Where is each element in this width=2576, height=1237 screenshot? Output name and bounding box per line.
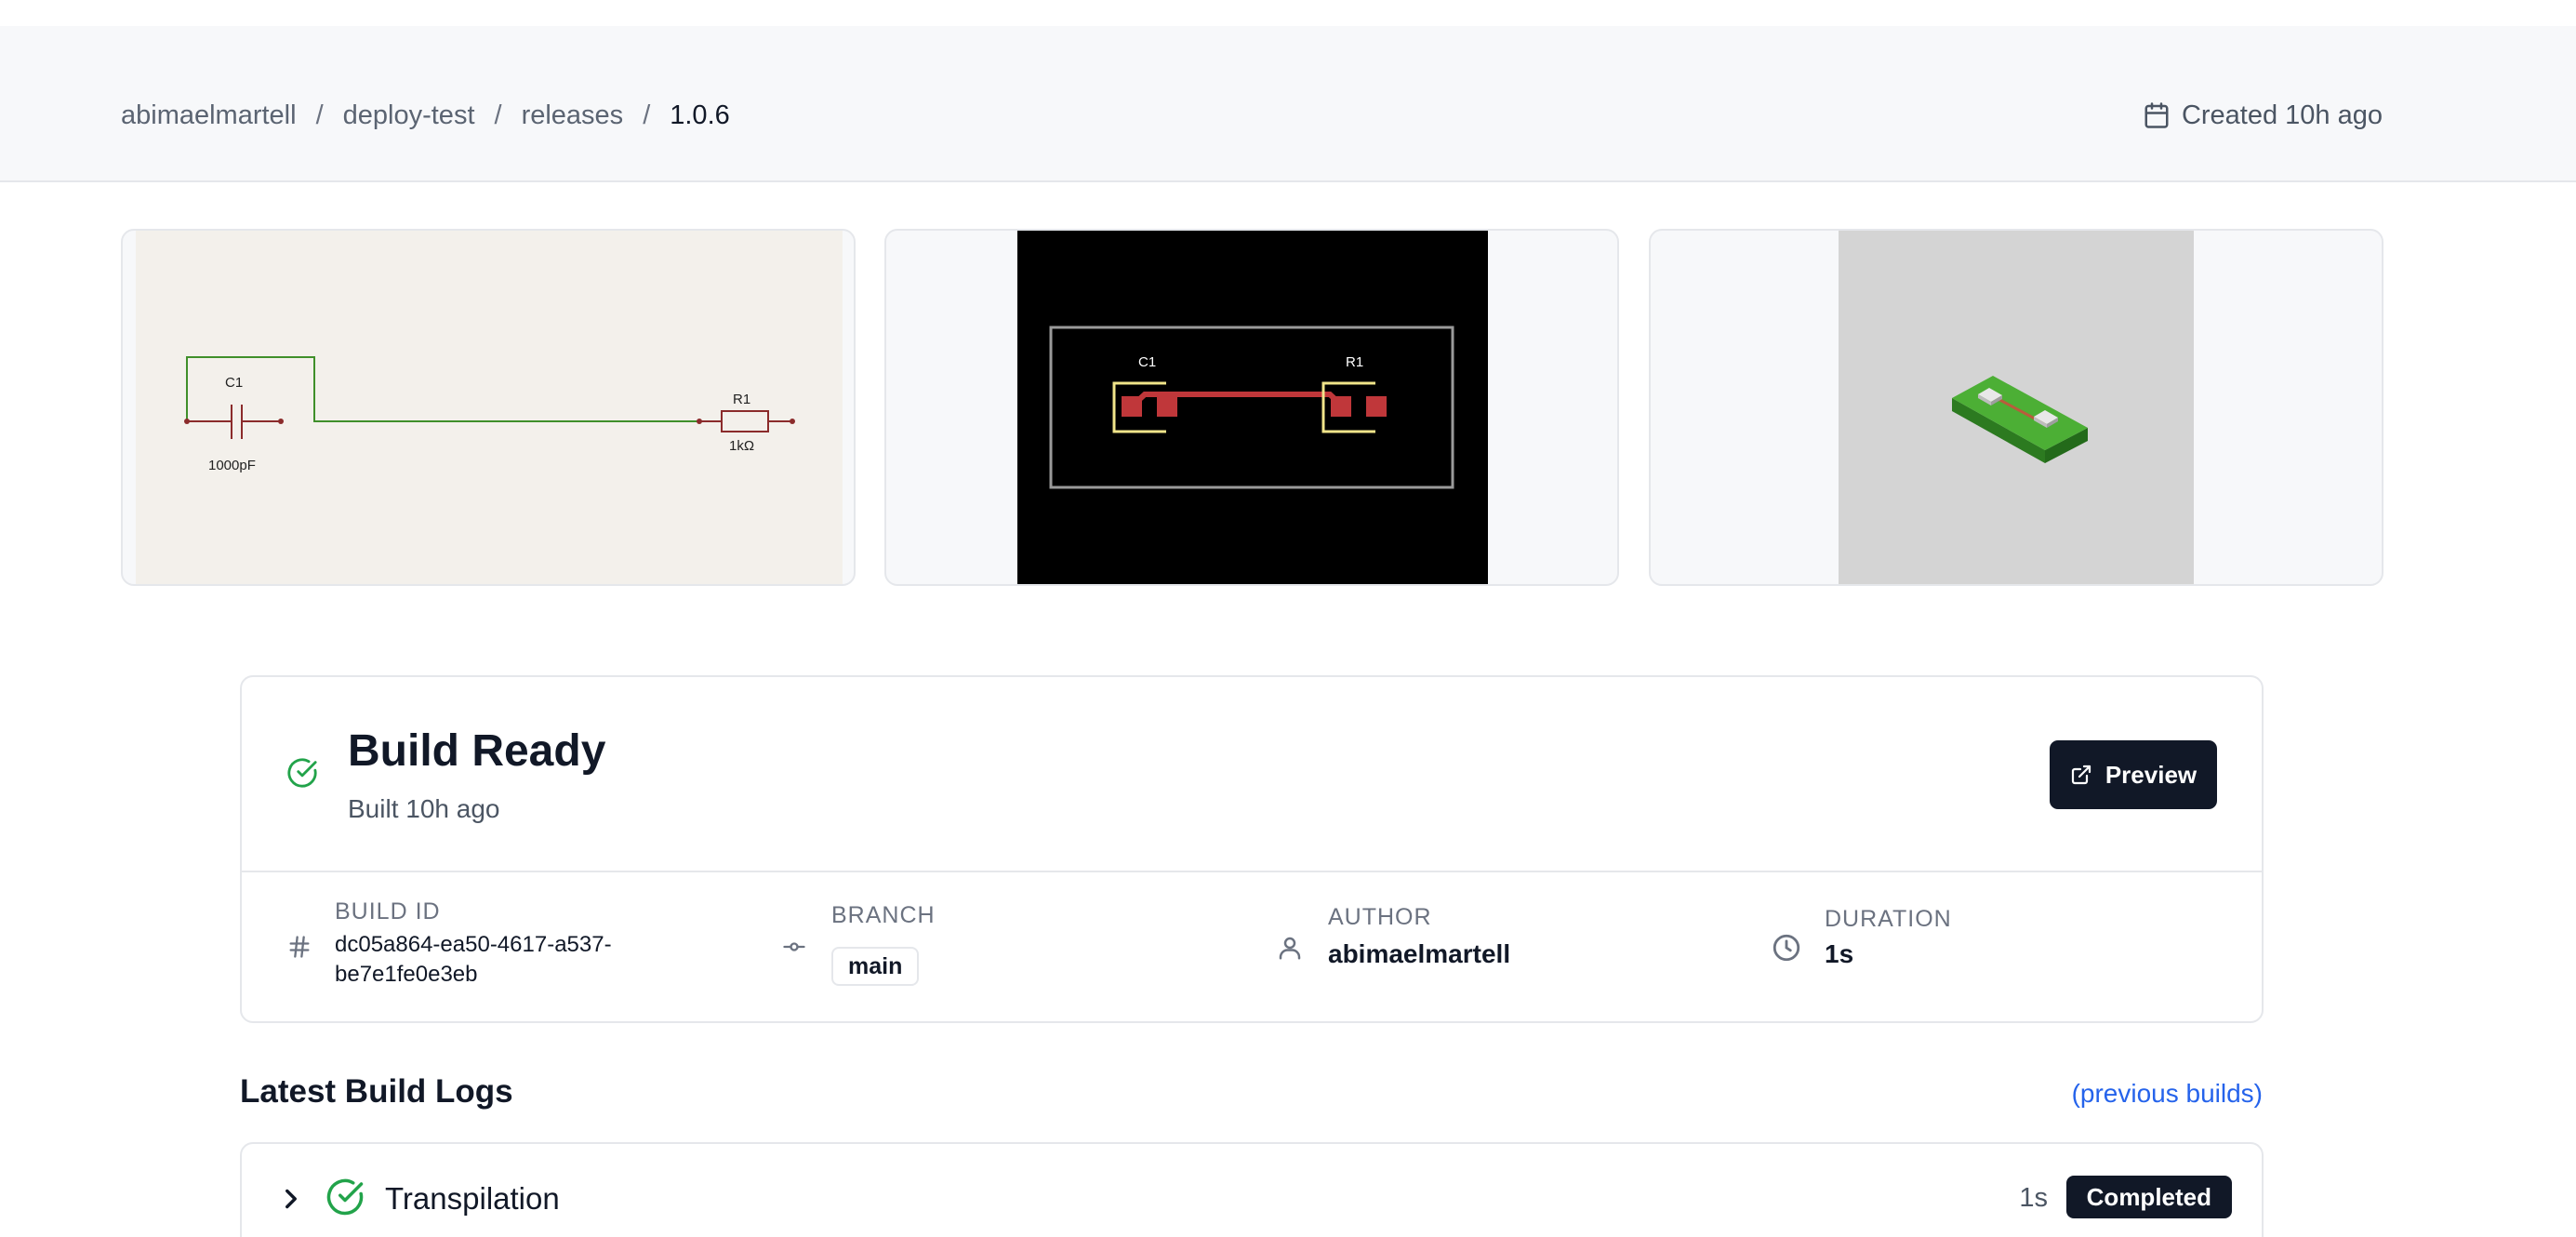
- pcb-preview[interactable]: C1 R1: [884, 229, 1619, 586]
- created-timestamp: Created 10h ago: [2143, 97, 2383, 134]
- log-step-duration: 1s: [2019, 1183, 2048, 1213]
- header-bar: abimaelmartell / deploy-test / releases …: [0, 26, 2576, 182]
- user-icon: [1279, 937, 1301, 960]
- external-link-icon: [2071, 765, 2091, 785]
- clock-icon: [1773, 934, 1800, 962]
- breadcrumb-separator: /: [315, 100, 324, 130]
- branch-label: BRANCH: [831, 902, 936, 928]
- duration-field: DURATION 1s: [1771, 872, 2217, 1023]
- pcb-canvas: C1 R1: [1017, 231, 1488, 584]
- build-id-value: dc05a864-ea50-4617-a537-be7e1fe0e3eb: [335, 932, 612, 987]
- build-id-label: BUILD ID: [335, 898, 441, 924]
- git-commit-icon: [783, 942, 805, 951]
- branch-badge[interactable]: main: [831, 947, 920, 986]
- schematic-r1-value: 1kΩ: [729, 438, 754, 454]
- build-header: Build Ready Built 10h ago Preview: [242, 677, 2262, 872]
- breadcrumb-version: 1.0.6: [670, 100, 730, 130]
- breadcrumb-separator: /: [494, 100, 502, 130]
- preview-button-label: Preview: [2105, 760, 2198, 789]
- build-summary-card: Build Ready Built 10h ago Preview BUILD …: [240, 675, 2264, 1023]
- pcb-c1-ref: C1: [1138, 354, 1156, 370]
- hash-icon: [289, 936, 310, 958]
- 3d-model-preview[interactable]: [1649, 229, 2383, 586]
- schematic-c1-value: 1000pF: [208, 458, 256, 473]
- author-value: abimaelmartell: [1328, 939, 1511, 968]
- duration-value: 1s: [1825, 939, 1854, 968]
- log-step-name: Transpilation: [385, 1181, 560, 1216]
- build-time: Built 10h ago: [348, 794, 500, 823]
- breadcrumb: abimaelmartell / deploy-test / releases …: [121, 97, 730, 134]
- breadcrumb-separator: /: [643, 100, 651, 130]
- chevron-right-icon[interactable]: [275, 1183, 307, 1215]
- 3d-canvas: [1839, 231, 2194, 584]
- breadcrumb-owner[interactable]: abimaelmartell: [121, 100, 297, 131]
- author-label: AUTHOR: [1328, 904, 1432, 930]
- build-status-title: Build Ready: [348, 726, 606, 776]
- check-circle-icon: [326, 1178, 364, 1216]
- log-step-status-badge: Completed: [2065, 1176, 2232, 1218]
- branch-field: BRANCH main: [781, 872, 1228, 1023]
- log-step-row[interactable]: Transpilation 1s Completed: [240, 1142, 2264, 1237]
- previous-builds-link[interactable]: (previous builds): [2072, 1079, 2263, 1109]
- created-text: Created 10h ago: [2181, 100, 2383, 130]
- duration-label: DURATION: [1825, 906, 1952, 932]
- build-logs-heading: Latest Build Logs: [240, 1073, 513, 1110]
- build-id-field: BUILD ID dc05a864-ea50-4617-a537-be7e1fe…: [286, 872, 733, 1023]
- breadcrumb-repo[interactable]: deploy-test: [343, 100, 475, 131]
- calendar-icon: [2144, 102, 2169, 128]
- schematic-c1-ref: C1: [225, 375, 243, 391]
- schematic-r1-ref: R1: [733, 392, 750, 407]
- breadcrumb-releases[interactable]: releases: [522, 100, 624, 131]
- pcb-r1-ref: R1: [1346, 354, 1363, 370]
- schematic-canvas: C1 1000pF R1 1kΩ: [136, 231, 843, 584]
- preview-button[interactable]: Preview: [2050, 740, 2217, 809]
- check-circle-icon: [287, 758, 317, 788]
- author-field: AUTHOR abimaelmartell: [1276, 872, 1722, 1023]
- schematic-preview[interactable]: C1 1000pF R1 1kΩ: [121, 229, 856, 586]
